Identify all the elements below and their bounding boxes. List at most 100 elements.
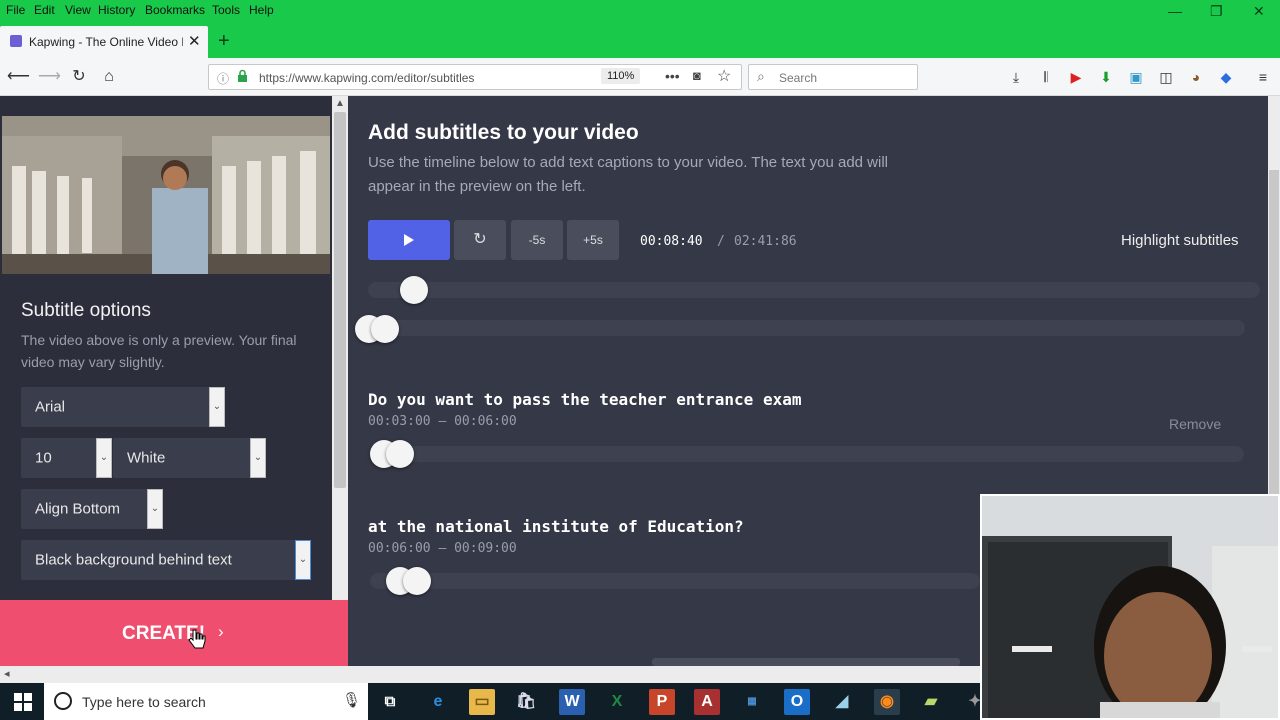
total-time: 02:41:86 <box>734 234 797 249</box>
size-select-value: 10 <box>35 449 52 467</box>
task-view-icon[interactable]: ⧉ <box>377 689 403 715</box>
menu-bar: File Edit View History Bookmarks Tools H… <box>0 0 1280 20</box>
forward-5s-button[interactable]: +5s <box>567 220 619 260</box>
access-icon[interactable]: A <box>694 689 720 715</box>
rewind-5s-button[interactable]: -5s <box>511 220 563 260</box>
restore-icon[interactable]: ❐ <box>1210 3 1223 20</box>
outlook-icon[interactable]: O <box>784 689 810 715</box>
color-select-value: White <box>127 449 166 467</box>
menu-help[interactable]: Help <box>249 3 274 17</box>
firefox-icon[interactable]: ◉ <box>874 689 900 715</box>
new-tab-button[interactable]: + <box>218 30 230 53</box>
taskbar-search-placeholder: Type here to search <box>82 694 206 710</box>
subtitle-time-range: 00:03:00 – 00:06:00 <box>368 414 517 429</box>
search-icon: ⌕ <box>757 68 765 84</box>
font-select[interactable]: Arial ⌄ <box>21 387 225 427</box>
search-box[interactable]: ⌕ Search <box>748 64 918 90</box>
green-download-icon[interactable]: ⬇ <box>1097 68 1115 86</box>
store-icon[interactable]: 🛍 <box>513 689 539 715</box>
lock-icon <box>237 69 247 82</box>
powerpoint-icon[interactable]: P <box>649 689 675 715</box>
chevron-down-icon: ⌄ <box>250 438 266 478</box>
play-button[interactable] <box>368 220 450 260</box>
close-window-icon[interactable]: ✕ <box>1253 3 1265 20</box>
tab-title: Kapwing - The Online Video Ed <box>29 35 183 49</box>
addon-square-icon[interactable]: ▣ <box>1127 68 1145 86</box>
page-description: Use the timeline below to add text capti… <box>368 154 889 195</box>
file-explorer-icon[interactable]: ▭ <box>469 689 495 715</box>
youtube-addon-icon[interactable]: ▶ <box>1067 68 1085 86</box>
preview-note: The video above is only a preview. Your … <box>21 332 297 370</box>
playhead-track[interactable] <box>368 282 1260 298</box>
size-select[interactable]: 10 ⌄ <box>21 438 112 478</box>
url-text: https://www.kapwing.com/editor/subtitles <box>259 71 475 85</box>
subtitle-range-track[interactable] <box>370 573 980 589</box>
chevron-down-icon: ⌄ <box>295 540 311 580</box>
subtitle-text-input[interactable]: at the national institute of Education? <box>368 517 744 536</box>
notes-app-icon[interactable]: ▰ <box>918 689 944 715</box>
create-button[interactable]: CREATE! › <box>0 600 348 666</box>
edge-icon[interactable]: e <box>425 689 451 715</box>
menu-tools[interactable]: Tools <box>212 3 240 17</box>
webcam-overlay <box>980 494 1280 720</box>
excel-icon[interactable]: X <box>604 689 630 715</box>
add-subtitle-bar[interactable] <box>652 658 960 666</box>
info-icon[interactable]: ⓘ <box>217 70 229 87</box>
align-select[interactable]: Align Bottom ⌄ <box>21 489 163 529</box>
browser-tab[interactable]: Kapwing - The Online Video Ed ✕ <box>0 26 208 58</box>
pocket-icon[interactable]: ◙ <box>693 68 701 83</box>
replay-button[interactable]: ↻ <box>454 220 506 260</box>
subtitle-range-end[interactable] <box>403 567 431 595</box>
subtitle-range-end[interactable] <box>386 440 414 468</box>
remove-subtitle-button[interactable]: Remove <box>1169 416 1221 432</box>
cursor-hand-icon <box>188 628 206 655</box>
app-icon[interactable]: ◢ <box>829 689 855 715</box>
addon-glasses-icon[interactable]: ◕ <box>1187 68 1205 86</box>
scroll-left-icon[interactable]: ◂ <box>4 667 10 680</box>
zoom-level[interactable]: 110% <box>601 68 641 84</box>
page-actions-icon[interactable]: ••• <box>665 68 680 84</box>
home-icon[interactable]: ⌂ <box>98 66 120 88</box>
chevron-right-icon: › <box>218 622 224 641</box>
replay-icon: ↻ <box>473 231 487 248</box>
subtitle-range-track[interactable] <box>370 446 1244 462</box>
reload-icon[interactable]: ↻ <box>68 66 90 88</box>
close-tab-icon[interactable]: ✕ <box>188 32 201 50</box>
bookmark-star-icon[interactable]: ☆ <box>717 66 731 86</box>
download-icon[interactable]: ⤓ <box>1007 68 1025 86</box>
forward-icon[interactable]: ⟶ <box>38 66 61 88</box>
taskbar-search-box[interactable]: Type here to search 🎙 <box>44 683 368 720</box>
highlight-subtitles-toggle[interactable]: Highlight subtitles <box>1121 232 1239 249</box>
hamburger-menu-icon[interactable]: ≡ <box>1254 68 1272 86</box>
menu-edit[interactable]: Edit <box>34 3 55 17</box>
play-icon <box>404 234 414 249</box>
background-select[interactable]: Black background behind text ⌄ <box>21 540 311 580</box>
menu-view[interactable]: View <box>65 3 91 17</box>
overview-range-end[interactable] <box>371 315 399 343</box>
video-preview[interactable] <box>2 116 330 274</box>
menu-history[interactable]: History <box>98 3 135 17</box>
font-select-value: Arial <box>35 398 66 416</box>
back-icon[interactable]: ⟵ <box>7 66 30 88</box>
overview-track[interactable] <box>355 320 1245 336</box>
cortana-icon <box>54 692 72 710</box>
word-icon[interactable]: W <box>559 689 585 715</box>
sidebar-icon[interactable]: ◫ <box>1157 68 1175 86</box>
color-select[interactable]: White ⌄ <box>113 438 266 478</box>
left-scrollbar-thumb[interactable] <box>334 112 346 488</box>
minimize-icon[interactable]: — <box>1168 3 1182 19</box>
kapwing-favicon-icon <box>10 35 22 47</box>
microphone-icon[interactable]: 🎙 <box>342 691 361 709</box>
library-icon[interactable]: 𝄃 <box>1037 68 1055 86</box>
page-title: Add subtitles to your video <box>368 121 639 144</box>
menu-file[interactable]: File <box>6 3 25 17</box>
url-bar[interactable]: ⓘ https://www.kapwing.com/editor/subtitl… <box>208 64 742 90</box>
scroll-up-icon[interactable]: ▲ <box>335 98 345 109</box>
playhead-knob[interactable] <box>400 276 429 304</box>
menu-bookmarks[interactable]: Bookmarks <box>145 3 205 17</box>
chevron-down-icon: ⌄ <box>209 387 225 427</box>
subtitle-text-input[interactable]: Do you want to pass the teacher entrance… <box>368 390 801 409</box>
windows-start-icon[interactable] <box>14 693 32 716</box>
calendar-app-icon[interactable]: ▦ <box>739 689 765 715</box>
addon-cap-icon[interactable]: ◆ <box>1217 68 1235 86</box>
